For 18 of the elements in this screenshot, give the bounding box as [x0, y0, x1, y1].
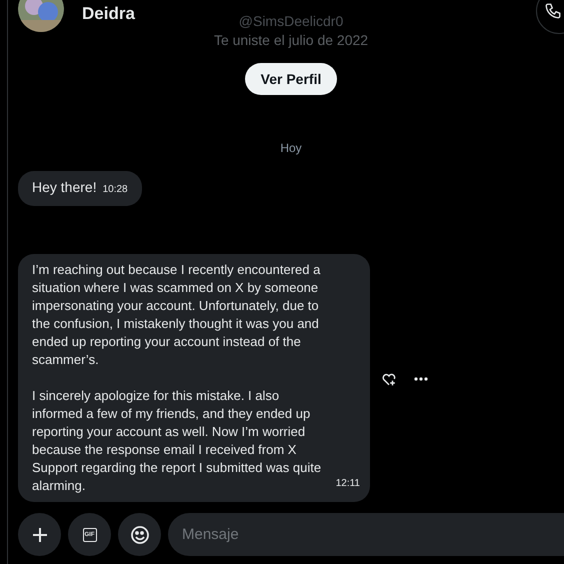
message-time: 10:28 — [102, 184, 128, 195]
message-time: 12:11 — [336, 477, 360, 491]
message-text: I’m reaching out because I recently encountered a situation where I was scammed on X by someone impersonating your account. Unfortunately, due to the confusion, I mistakenly thought it was you and ended up reporting your account instead of the scammer’s. — [32, 261, 322, 369]
message-text: Hey there! — [32, 179, 97, 195]
heart-plus-icon[interactable] — [382, 372, 396, 386]
smiley-icon — [130, 524, 150, 544]
emoji-button[interactable] — [118, 513, 161, 556]
joined-date: Te uniste el julio de 2022 — [214, 31, 368, 49]
date-divider: Hoy — [280, 140, 302, 157]
more-icon[interactable] — [414, 377, 428, 381]
phone-icon — [544, 2, 562, 20]
message-field[interactable]: Mensaje — [168, 513, 564, 556]
view-profile-button[interactable]: Ver Perfil — [244, 63, 338, 95]
plus-icon — [32, 526, 48, 542]
contact-name: Deidra — [82, 3, 135, 25]
message-text: I sincerely apologize for this mistake. I also informed a few of my friends, and they ended up reporting your account as well. Now I’m worried because the response email I received from X Support regarding the report I submitted was quite alarming. — [32, 387, 322, 495]
profile-handle: @SimsDeelicdr0 — [238, 12, 344, 30]
add-button[interactable] — [18, 513, 61, 556]
